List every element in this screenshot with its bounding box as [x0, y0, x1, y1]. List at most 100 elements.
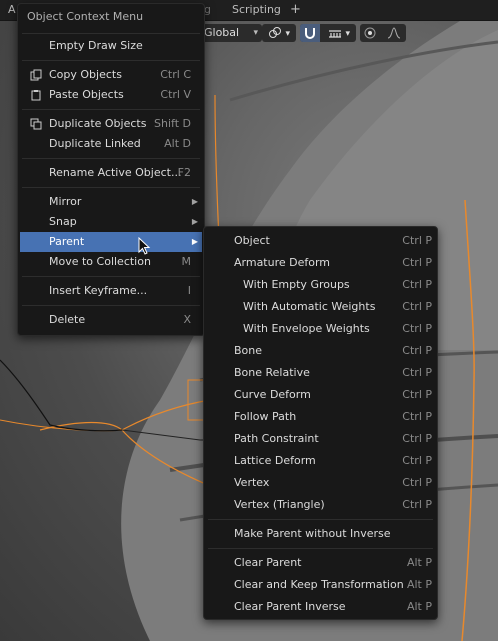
menu-item-snap[interactable]: Snap ▶	[20, 212, 202, 232]
submenu-item-clear-parent[interactable]: Clear Parent Alt P	[206, 552, 435, 574]
menu-item-label: Clear and Keep Transformation	[234, 578, 404, 591]
separator	[22, 109, 200, 110]
submenu-item-with-envelope-weights[interactable]: With Envelope Weights Ctrl P	[206, 318, 435, 340]
menu-item-shortcut: Ctrl C	[160, 68, 191, 81]
menu-item-shortcut: Ctrl P	[402, 476, 432, 489]
separator	[208, 519, 433, 520]
submenu-item-with-empty-groups[interactable]: With Empty Groups Ctrl P	[206, 274, 435, 296]
menu-item-shortcut: Alt P	[406, 578, 432, 591]
submenu-item-make-parent-without-inverse[interactable]: Make Parent without Inverse	[206, 523, 435, 545]
snap-toggle[interactable]	[300, 24, 320, 42]
menu-item-label: Bone Relative	[234, 366, 310, 379]
menu-item-label: Copy Objects	[49, 68, 122, 81]
menu-item-label: Follow Path	[234, 410, 297, 423]
menu-item-label: Snap	[49, 215, 77, 228]
menu-item-label: Object	[234, 234, 270, 247]
submenu-item-clear-and-keep-transformation[interactable]: Clear and Keep Transformation Alt P	[206, 574, 435, 596]
menu-item-parent[interactable]: Parent ▶	[20, 232, 202, 252]
submenu-item-curve-deform[interactable]: Curve Deform Ctrl P	[206, 384, 435, 406]
duplicate-icon	[30, 118, 42, 130]
link-icon	[268, 27, 281, 38]
menu-item-label: With Envelope Weights	[243, 322, 370, 335]
submenu-item-follow-path[interactable]: Follow Path Ctrl P	[206, 406, 435, 428]
menu-item-delete[interactable]: Delete X	[20, 310, 202, 330]
menu-item-paste-objects[interactable]: Paste Objects Ctrl V	[20, 85, 202, 105]
menu-item-duplicate-linked[interactable]: Duplicate Linked Alt D	[20, 134, 202, 154]
submenu-item-lattice-deform[interactable]: Lattice Deform Ctrl P	[206, 450, 435, 472]
menu-item-move-to-collection[interactable]: Move to Collection M	[20, 252, 202, 272]
menu-item-label: Clear Parent	[234, 556, 302, 569]
menu-item-label: Duplicate Linked	[49, 137, 141, 150]
paste-icon	[31, 90, 41, 101]
chevron-down-icon: ▾	[253, 28, 258, 38]
menu-item-shortcut: Alt D	[164, 137, 191, 150]
menu-item-label: Bone	[234, 344, 263, 357]
menu-item-duplicate-objects[interactable]: Duplicate Objects Shift D	[20, 114, 202, 134]
menu-item-label: Insert Keyframe...	[49, 284, 148, 297]
menu-item-label: Parent	[49, 235, 85, 248]
menu-item-empty-draw-size[interactable]: Empty Draw Size	[20, 36, 202, 56]
menu-item-label: Delete	[49, 313, 86, 326]
menu-item-label: Mirror	[49, 195, 82, 208]
submenu-item-object[interactable]: Object Ctrl P	[206, 230, 435, 252]
magnet-icon	[305, 28, 315, 39]
viewport-header: Global ▾ ▾ ▾	[200, 22, 498, 44]
menu-item-copy-objects[interactable]: Copy Objects Ctrl C	[20, 65, 202, 85]
menu-item-label: Curve Deform	[234, 388, 311, 401]
menu-item-shortcut: Ctrl P	[402, 388, 432, 401]
proportional-edit-icon	[364, 27, 376, 39]
menu-item-label: Empty Draw Size	[49, 39, 143, 52]
menu-item-label: Vertex (Triangle)	[234, 498, 325, 511]
parent-submenu: Object Ctrl P Armature Deform Ctrl P Wit…	[203, 226, 438, 620]
submenu-item-with-automatic-weights[interactable]: With Automatic Weights Ctrl P	[206, 296, 435, 318]
submenu-item-vertex[interactable]: Vertex Ctrl P	[206, 472, 435, 494]
menu-item-shortcut: Ctrl P	[402, 410, 432, 423]
proportional-edit-toggle[interactable]	[360, 24, 380, 42]
wire-line	[0, 359, 123, 432]
submenu-item-bone[interactable]: Bone Ctrl P	[206, 340, 435, 362]
submenu-arrow-icon: ▶	[191, 217, 198, 226]
chevron-down-icon: ▾	[285, 29, 291, 39]
menu-item-label: Lattice Deform	[234, 454, 316, 467]
menu-item-label: Rename Active Object...	[49, 166, 182, 179]
menu-item-shortcut: Ctrl P	[402, 498, 432, 511]
menu-item-shortcut: Shift D	[154, 117, 191, 130]
separator	[22, 158, 200, 159]
menu-item-label: With Automatic Weights	[243, 300, 376, 313]
submenu-item-armature-deform[interactable]: Armature Deform Ctrl P	[206, 252, 435, 274]
separator	[22, 187, 200, 188]
separator	[22, 33, 200, 34]
menu-item-label: Move to Collection	[49, 255, 151, 268]
tab-scripting[interactable]: Scripting	[224, 0, 289, 20]
menu-item-label: Vertex	[234, 476, 270, 489]
falloff-curve-icon	[387, 27, 401, 39]
menu-item-label: Clear Parent Inverse	[234, 600, 346, 613]
add-workspace-button[interactable]: +	[286, 0, 305, 20]
menu-item-mirror[interactable]: Mirror ▶	[20, 192, 202, 212]
menu-item-insert-keyframe[interactable]: Insert Keyframe... I	[20, 281, 202, 301]
grid-snap-icon	[328, 30, 341, 38]
menu-item-shortcut: X	[183, 313, 191, 326]
snap-target-dropdown[interactable]: ▾	[322, 24, 356, 43]
pivot-point-dropdown[interactable]: ▾	[262, 24, 296, 42]
submenu-item-clear-parent-inverse[interactable]: Clear Parent Inverse Alt P	[206, 596, 435, 618]
falloff-dropdown[interactable]	[382, 24, 406, 42]
menu-item-shortcut: Ctrl P	[402, 322, 432, 335]
menu-item-label: Make Parent without Inverse	[234, 527, 391, 540]
chevron-down-icon: ▾	[345, 29, 351, 39]
menu-title: Object Context Menu	[27, 10, 144, 23]
submenu-item-path-constraint[interactable]: Path Constraint Ctrl P	[206, 428, 435, 450]
menu-item-label: Armature Deform	[234, 256, 331, 269]
menu-item-shortcut: Alt P	[406, 556, 432, 569]
copy-icon	[30, 69, 42, 81]
menu-item-shortcut: F2	[177, 166, 191, 179]
submenu-arrow-icon: ▶	[191, 197, 198, 206]
menu-item-shortcut: Ctrl P	[402, 278, 432, 291]
transform-orientation-dropdown[interactable]: Global ▾	[200, 24, 262, 42]
submenu-item-bone-relative[interactable]: Bone Relative Ctrl P	[206, 362, 435, 384]
menu-item-rename-active-object[interactable]: Rename Active Object... F2	[20, 163, 202, 183]
menu-item-shortcut: Ctrl P	[402, 234, 432, 247]
separator	[208, 548, 433, 549]
submenu-item-vertex-triangle[interactable]: Vertex (Triangle) Ctrl P	[206, 494, 435, 516]
menu-item-shortcut: Ctrl P	[402, 300, 432, 313]
